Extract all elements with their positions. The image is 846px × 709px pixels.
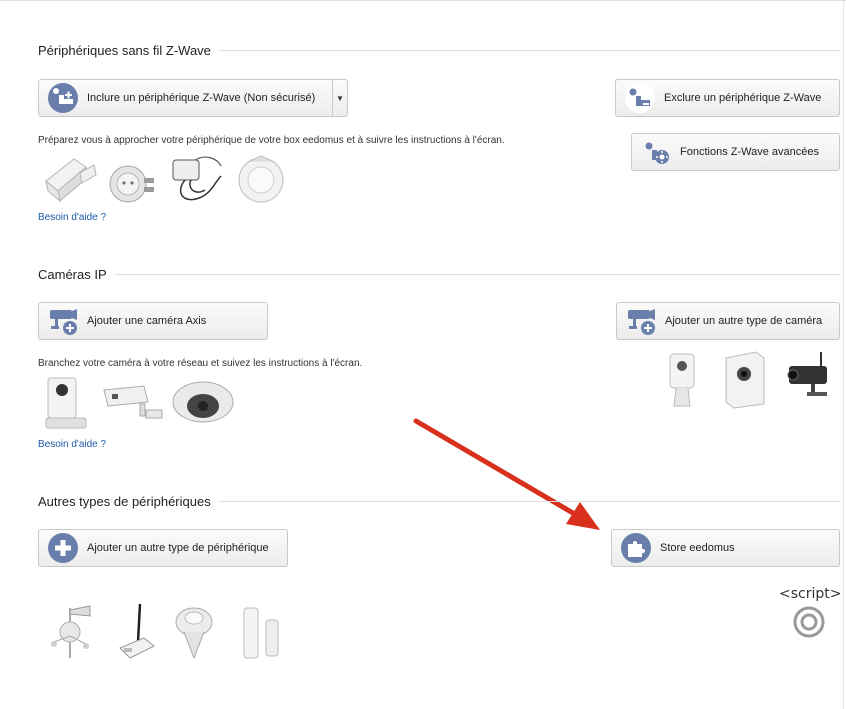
cameras-section-title: Caméras IP xyxy=(38,267,115,282)
zwave-section-title: Périphériques sans fil Z-Wave xyxy=(38,43,219,58)
red-arrow-annotation xyxy=(413,418,600,530)
others-section-title: Autres types de périphériques xyxy=(38,494,219,509)
others-section-rule xyxy=(212,501,840,502)
zwave-section-rule xyxy=(200,50,840,51)
cameras-section-rule xyxy=(100,274,840,275)
